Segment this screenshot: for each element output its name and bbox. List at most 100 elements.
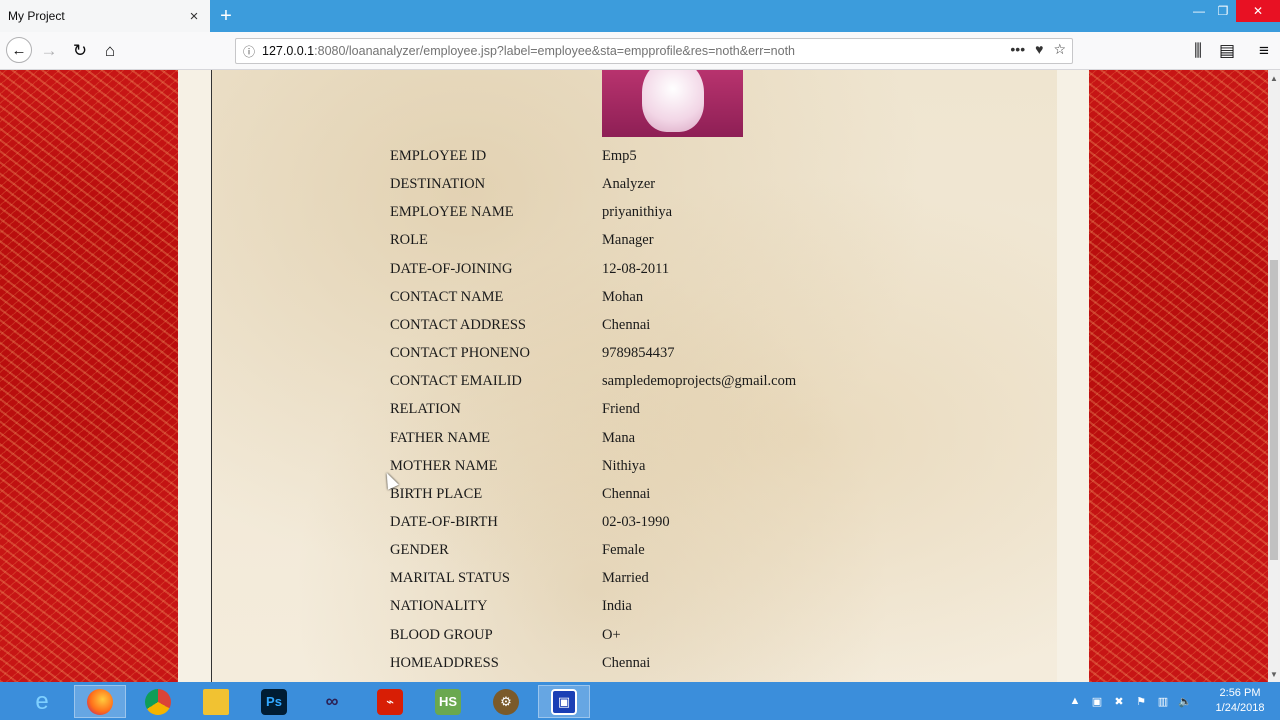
back-arrow-icon[interactable]: ←: [6, 37, 32, 63]
menu-icon[interactable]: ≡: [1252, 39, 1276, 63]
employee-photo: [602, 70, 743, 137]
reload-icon[interactable]: ↻: [68, 39, 92, 63]
page-actions-icon[interactable]: •••: [1010, 41, 1025, 58]
profile-row: NATIONALITY India: [390, 598, 990, 618]
restore-icon[interactable]: ❐: [1210, 0, 1236, 22]
profile-row: DESTINATION Analyzer: [390, 176, 990, 196]
profile-value: Chennai: [602, 316, 651, 333]
url-path: :8080/loananalyzer/employee.jsp?label=em…: [314, 44, 796, 58]
profile-label: DESTINATION: [390, 176, 486, 193]
profile-value: India: [602, 598, 632, 615]
profile-value: 02-03-1990: [602, 513, 670, 530]
profile-label: BLOOD GROUP: [390, 626, 493, 643]
chrome-icon[interactable]: [132, 685, 184, 718]
profile-row: DATE-OF-JOINING 12-08-2011: [390, 261, 990, 281]
pdf-reader-icon[interactable]: ⌁: [364, 685, 416, 718]
profile-value: Chennai: [602, 654, 651, 671]
tray-expand-icon[interactable]: ▲: [1068, 694, 1082, 708]
tray-flag-icon[interactable]: ⚑: [1134, 694, 1148, 708]
page-content: EMPLOYEE ID Emp5 DESTINATION Analyzer EMPLOY…: [0, 70, 1268, 682]
profile-row: CONTACT NAME Mohan: [390, 289, 990, 309]
forward-arrow-icon[interactable]: →: [37, 39, 61, 63]
profile-row: EMPLOYEE ID Emp5: [390, 148, 990, 168]
url-host: 127.0.0.1: [262, 44, 315, 58]
profile-label: CONTACT EMAILID: [390, 373, 522, 390]
profile-label: GENDER: [390, 542, 449, 559]
profile-label: DATE-OF-BIRTH: [390, 513, 498, 530]
profile-row: RELATION Friend: [390, 401, 990, 421]
new-tab-icon[interactable]: +: [214, 4, 238, 28]
profile-label: MOTHER NAME: [390, 457, 498, 474]
java-ide-icon[interactable]: ⚙: [480, 685, 532, 718]
profile-value: Mohan: [602, 288, 644, 305]
minimize-icon[interactable]: —: [1186, 0, 1212, 22]
profile-value: Married: [602, 570, 649, 587]
firefox-glyph: [87, 688, 113, 715]
tab-my-project[interactable]: My Project ×: [0, 0, 210, 32]
profile-row: CONTACT PHONENO 9789854437: [390, 345, 990, 365]
profile-row: HOMEADDRESS Chennai: [390, 655, 990, 675]
profile-value: Analyzer: [602, 176, 656, 193]
profile-label: HOMEADDRESS: [390, 654, 499, 671]
tab-close-icon[interactable]: ×: [186, 8, 202, 25]
tray-app-icon[interactable]: ▣: [1090, 694, 1104, 708]
site-info-icon[interactable]: ⓘ: [236, 43, 262, 60]
heidisql-icon[interactable]: HS: [422, 685, 474, 718]
firefox-icon[interactable]: [74, 685, 126, 718]
home-icon[interactable]: ⌂: [98, 39, 122, 63]
profile-row: GENDER Female: [390, 542, 990, 562]
profile-row: ROLE Manager: [390, 232, 990, 252]
tab-strip: My Project × + — ❐ ✕: [0, 0, 1280, 32]
chrome-glyph: [145, 688, 171, 715]
photoshop-icon[interactable]: Ps: [248, 685, 300, 718]
url-bar[interactable]: ⓘ 127.0.0.1:8080/loananalyzer/employee.j…: [235, 38, 1073, 64]
profile-row: BIRTH PLACE Chennai: [390, 486, 990, 506]
volume-icon[interactable]: 🔈: [1178, 694, 1192, 708]
eclipse-icon[interactable]: ∞: [306, 685, 358, 718]
tab-title: My Project: [8, 9, 65, 23]
clock-date: 1/24/2018: [1215, 702, 1265, 714]
profile-row: MOTHER NAME Nithiya: [390, 458, 990, 478]
profile-row: FATHER NAME Mana: [390, 430, 990, 450]
left-background-pattern: [0, 70, 178, 682]
pocket-icon[interactable]: ♥: [1035, 41, 1043, 58]
ie-icon[interactable]: e: [16, 685, 68, 718]
right-background-pattern: [1089, 70, 1268, 682]
scroll-down-icon[interactable]: ▼: [1268, 666, 1280, 682]
profile-value: priyanithiya: [602, 204, 673, 221]
gear-glyph: ⚙: [493, 688, 519, 715]
app-window-icon[interactable]: ▣: [538, 685, 590, 718]
url-text[interactable]: 127.0.0.1:8080/loananalyzer/employee.jsp…: [262, 44, 795, 58]
tray-security-icon[interactable]: ✖: [1112, 694, 1126, 708]
url-actions: ••• ♥ ☆: [1010, 41, 1066, 58]
profile-row: DATE-OF-BIRTH 02-03-1990: [390, 514, 990, 534]
photoshop-glyph: Ps: [261, 688, 287, 715]
profile-row: CONTACT ADDRESS Chennai: [390, 317, 990, 337]
file-explorer-icon[interactable]: [190, 685, 242, 718]
network-icon[interactable]: ▥: [1156, 694, 1170, 708]
profile-label: EMPLOYEE NAME: [390, 204, 514, 221]
profile-label: RELATION: [390, 401, 461, 418]
profile-row: MARITAL STATUS Married: [390, 570, 990, 590]
profile-value: 9789854437: [602, 345, 675, 362]
library-icon[interactable]: ⫼: [1186, 39, 1210, 63]
eclipse-glyph: ∞: [325, 691, 339, 711]
profile-label: FATHER NAME: [390, 429, 491, 446]
profile-label: DATE-OF-JOINING: [390, 260, 513, 277]
profile-value: O+: [602, 626, 621, 643]
profile-value: Manager: [602, 232, 654, 249]
vertical-scrollbar[interactable]: ▲ ▼: [1268, 70, 1280, 682]
profile-value: sampledemoprojects@gmail.com: [602, 373, 797, 390]
sidebar-icon[interactable]: ▤: [1215, 39, 1239, 63]
profile-label: CONTACT PHONENO: [390, 345, 530, 362]
bookmark-star-icon[interactable]: ☆: [1053, 41, 1066, 58]
clock[interactable]: 2:56 PM 1/24/2018: [1205, 686, 1275, 716]
folder-glyph: [203, 688, 229, 715]
window-close-icon[interactable]: ✕: [1236, 0, 1280, 22]
scroll-thumb[interactable]: [1270, 260, 1278, 560]
left-margin: [178, 70, 212, 682]
ie-glyph: e: [35, 687, 49, 715]
profile-label: CONTACT ADDRESS: [390, 316, 526, 333]
scroll-up-icon[interactable]: ▲: [1268, 70, 1280, 86]
profile-label: CONTACT NAME: [390, 288, 504, 305]
